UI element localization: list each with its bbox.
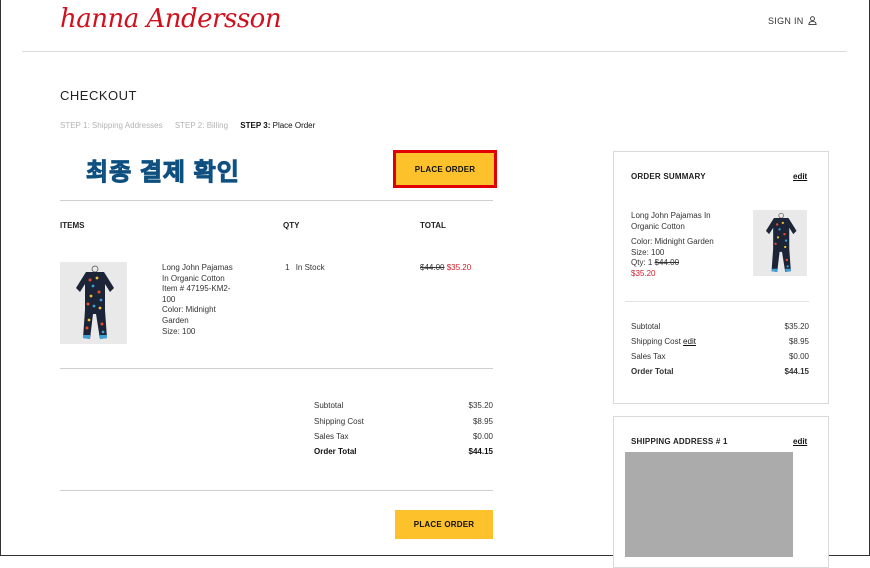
item-details: Long John Pajamas In Organic Cotton Item… xyxy=(162,263,233,337)
summary-original-price: $44.00 xyxy=(654,258,680,268)
items-top-divider xyxy=(60,200,493,201)
place-order-button-top[interactable]: PLACE ORDER xyxy=(393,150,497,188)
product-image[interactable] xyxy=(60,262,127,344)
summary-shipping-edit-link[interactable]: edit xyxy=(683,337,696,346)
shipping-address-title: SHIPPING ADDRESS # 1 xyxy=(631,437,728,446)
shipping-cost-label: Shipping Cost xyxy=(314,417,364,426)
order-total-label: Order Total xyxy=(314,447,357,456)
item-number-line2: 100 xyxy=(162,294,176,304)
step-billing[interactable]: STEP 2: Billing xyxy=(175,121,228,130)
item-color-line1: Color: Midnight xyxy=(162,305,216,315)
shipping-address-edit-link[interactable]: edit xyxy=(793,437,807,446)
summary-subtotal-label: Subtotal xyxy=(631,322,661,331)
summary-order-total-label: Order Total xyxy=(631,367,674,376)
brand-logo[interactable]: hanna Andersson xyxy=(60,4,282,34)
item-size: Size: 100 xyxy=(162,326,196,336)
summary-subtotal-value: $35.20 xyxy=(784,322,809,331)
summary-item-name-line2: Organic Cotton xyxy=(631,221,685,231)
sign-in-label: SIGN IN xyxy=(768,16,804,26)
sales-tax-label: Sales Tax xyxy=(314,432,349,441)
page-title: CHECKOUT xyxy=(60,88,137,103)
user-icon xyxy=(808,16,817,25)
step-shipping[interactable]: STEP 1: Shipping Addresses xyxy=(60,121,163,130)
summary-item-qty-line: Qty: 1 $44.00 xyxy=(631,258,714,269)
summary-sale-price: $35.20 xyxy=(631,268,656,278)
item-qty: 1 In Stock xyxy=(285,263,325,272)
summary-order-total-value: $44.15 xyxy=(784,367,809,376)
summary-divider xyxy=(625,301,809,302)
summary-shipping-label: Shipping Cost xyxy=(631,337,681,346)
place-order-button-bottom[interactable]: PLACE ORDER xyxy=(395,510,493,539)
redacted-address-block xyxy=(625,452,793,557)
checkout-steps: STEP 1: Shipping Addresses STEP 2: Billi… xyxy=(60,121,335,130)
item-name-line1[interactable]: Long John Pajamas xyxy=(162,263,233,274)
sales-tax-value: $0.00 xyxy=(472,432,493,441)
original-price: $44.00 xyxy=(420,263,445,272)
sale-price: $35.20 xyxy=(446,263,472,272)
step-place-order-prefix: STEP 3: xyxy=(240,121,271,130)
subtotal-label: Subtotal xyxy=(314,401,344,410)
shipping-cost-value: $8.95 xyxy=(472,417,493,426)
item-color-line2: Garden xyxy=(162,315,189,325)
summary-item-name-line1: Long John Pajamas In xyxy=(631,211,711,220)
stock-status: In Stock xyxy=(295,263,325,272)
step-place-order-label: Place Order xyxy=(272,121,316,130)
qty-value: 1 xyxy=(285,263,290,272)
qty-header: QTY xyxy=(283,221,300,230)
total-header: TOTAL xyxy=(420,221,446,230)
totals-divider xyxy=(60,490,493,491)
step-place-order: STEP 3: Place Order xyxy=(240,121,325,130)
subtotal-value: $35.20 xyxy=(468,401,493,410)
order-summary-title: ORDER SUMMARY xyxy=(631,172,706,181)
summary-tax-value: $0.00 xyxy=(788,352,809,361)
order-summary-edit-link[interactable]: edit xyxy=(793,172,807,181)
summary-product-image xyxy=(753,210,807,276)
header-divider xyxy=(22,51,847,52)
sign-in-link[interactable]: SIGN IN xyxy=(768,16,817,26)
items-header: ITEMS xyxy=(60,221,85,230)
item-total: $44.00 $35.20 xyxy=(420,263,471,272)
summary-item-details: Long John Pajamas In Organic Cotton Colo… xyxy=(631,211,714,280)
summary-item-color: Color: Midnight Garden xyxy=(631,237,714,247)
summary-item-size: Size: 100 xyxy=(631,247,665,257)
order-total-value: $44.15 xyxy=(468,447,493,456)
summary-item-qty: Qty: 1 xyxy=(631,258,653,268)
item-name-line2[interactable]: In Organic Cotton xyxy=(162,274,233,285)
summary-tax-label: Sales Tax xyxy=(631,352,666,361)
final-payment-annotation: 최종 결제 확인 xyxy=(86,159,240,187)
items-bottom-divider xyxy=(60,368,493,369)
summary-shipping-line: Shipping Cost edit xyxy=(631,337,696,346)
summary-shipping-value: $8.95 xyxy=(788,337,809,346)
item-number-line1: Item # 47195-KM2- xyxy=(162,284,231,294)
